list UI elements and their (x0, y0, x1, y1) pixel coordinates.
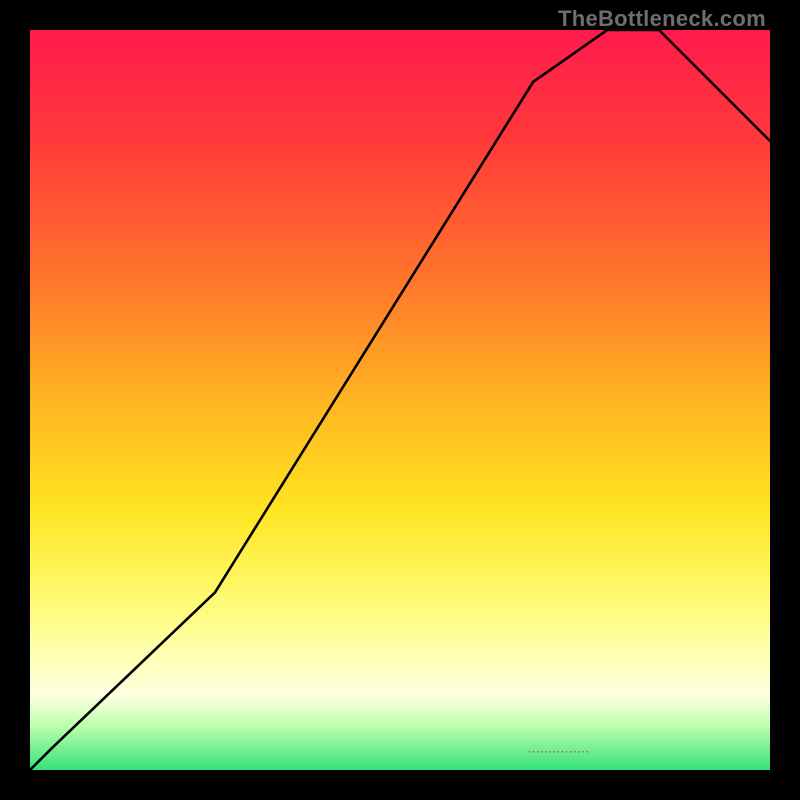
plot-area: ··············· (30, 30, 770, 770)
baseline-marker: ··············· (528, 747, 590, 758)
watermark-label: TheBottleneck.com (558, 6, 766, 32)
chart-curve (30, 30, 770, 770)
chart-stage: TheBottleneck.com ··············· (0, 0, 800, 800)
chart-line-layer (30, 30, 770, 770)
